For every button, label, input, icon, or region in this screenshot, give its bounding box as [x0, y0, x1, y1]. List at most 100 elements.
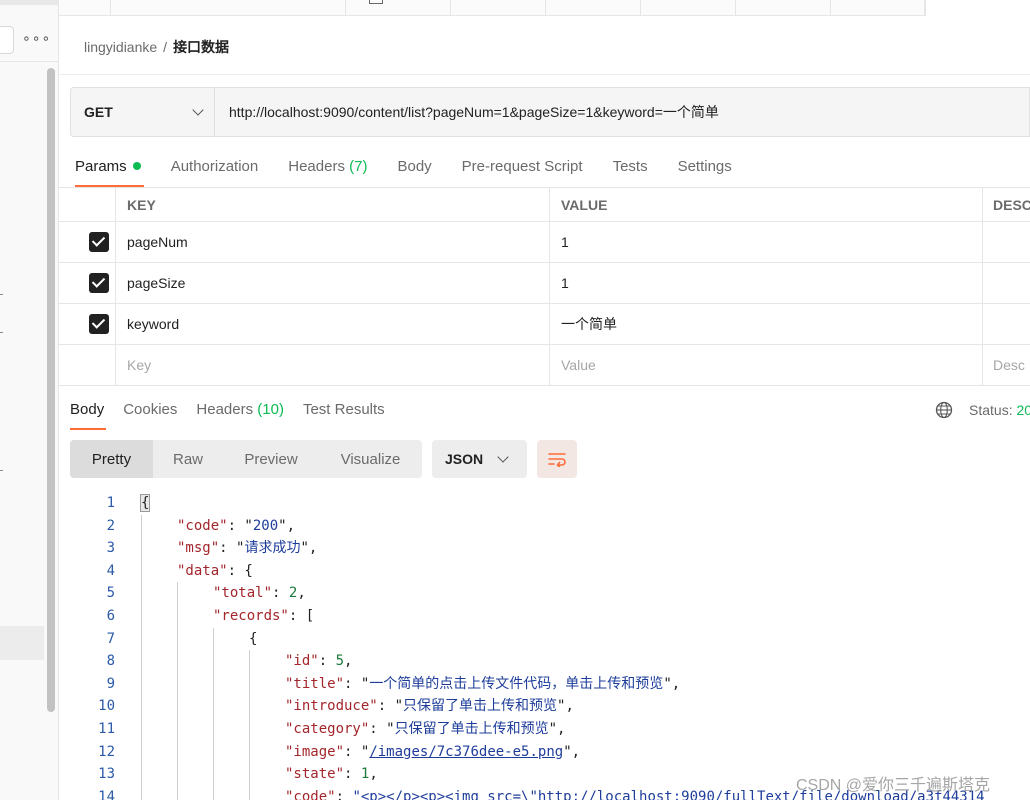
format-select[interactable]: JSON: [432, 440, 527, 478]
request-tab-fragment[interactable]: [111, 0, 346, 15]
indent-guide: [141, 582, 142, 605]
code-text: "category": "只保留了单击上传和预览",: [285, 720, 566, 737]
param-key-cell[interactable]: pageNum: [116, 222, 550, 262]
view-mode-visualize[interactable]: Visualize: [319, 440, 422, 478]
line-number: 9: [106, 675, 115, 692]
active-request-tab[interactable]: [925, 0, 1030, 16]
sidebar-divider: [0, 61, 59, 62]
breadcrumb-workspace[interactable]: lingyidianke: [84, 39, 157, 55]
request-tab-fragment[interactable]: [451, 0, 546, 15]
new-value-placeholder[interactable]: Value: [550, 345, 983, 385]
tab-label: Test Results: [302, 401, 385, 418]
param-value-cell[interactable]: 1: [550, 263, 983, 303]
tab-label: Params: [75, 158, 127, 175]
code-line: 2 "code": "200",: [59, 514, 1030, 538]
indent-guide: [141, 763, 142, 786]
url-input[interactable]: [215, 88, 1029, 136]
param-checkbox[interactable]: [88, 273, 109, 293]
row-checkbox-cell: [59, 304, 116, 344]
new-key-placeholder[interactable]: Key: [116, 345, 550, 385]
request-tab-fragment[interactable]: [346, 0, 451, 15]
code-text: "state": 1,: [285, 766, 378, 783]
param-key-cell[interactable]: pageSize: [116, 263, 550, 303]
more-options-icon[interactable]: ∘∘∘: [22, 30, 51, 47]
indent-guide: [213, 672, 214, 696]
tab-params[interactable]: Params: [75, 157, 144, 187]
param-checkbox[interactable]: [88, 314, 109, 334]
line-number: 11: [98, 720, 115, 737]
new-description-placeholder[interactable]: Desc: [983, 345, 1030, 385]
tab-headers[interactable]: Headers (7): [288, 157, 367, 187]
wrap-lines-button[interactable]: [537, 440, 577, 478]
sidebar-selected-item[interactable]: [0, 626, 44, 660]
sidebar-search-box[interactable]: [0, 26, 14, 54]
param-value-cell[interactable]: 1: [550, 222, 983, 262]
indent-guide: [177, 627, 178, 651]
table-row-new: Key Value Desc: [59, 345, 1030, 386]
code-line: 11 "category": "只保留了单击上传和预览",: [59, 717, 1030, 741]
view-mode-pretty[interactable]: Pretty: [70, 440, 153, 478]
method-select[interactable]: GET: [71, 88, 215, 136]
tab-label: Settings: [677, 158, 732, 175]
globe-icon[interactable]: [935, 401, 953, 419]
response-tab-headers[interactable]: Headers (10): [196, 400, 284, 430]
tab-label: Body: [70, 401, 105, 418]
request-tabs: Params Authorization Headers (7) Body Pr…: [75, 157, 762, 187]
breadcrumb-request-name[interactable]: 接口数据: [173, 39, 229, 55]
tab-count: (7): [349, 158, 368, 175]
tab-authorization[interactable]: Authorization: [171, 157, 259, 187]
request-tab-fragment[interactable]: [831, 0, 925, 15]
param-value-cell[interactable]: 一个简单: [550, 304, 983, 344]
response-body-viewer[interactable]: 1{2 "code": "200", 3 "msg": "请求成功", 4 "data":…: [59, 492, 1030, 800]
indent-guide: [141, 537, 142, 560]
column-header-value: VALUE: [550, 188, 983, 221]
code-line: 9 "title": "一个简单的点击上传文件代码，单击上传和预览",: [59, 672, 1030, 696]
tab-body[interactable]: Body: [397, 157, 431, 187]
request-tab-fragment[interactable]: [59, 0, 111, 15]
tab-label: Authorization: [170, 158, 259, 175]
param-description-cell[interactable]: [983, 222, 1030, 262]
code-line: 8 "id": 5,: [59, 650, 1030, 673]
response-tab-body[interactable]: Body: [70, 400, 107, 430]
request-tab-fragment[interactable]: [736, 0, 831, 15]
code-line: 6 "records": [: [59, 604, 1030, 628]
code-line: 3 "msg": "请求成功",: [59, 537, 1030, 560]
param-key-cell[interactable]: keyword: [116, 304, 550, 344]
param-checkbox[interactable]: [88, 232, 109, 252]
indent-guide: [177, 695, 178, 718]
indent-guide: [177, 672, 178, 696]
sidebar-scrollbar[interactable]: [47, 68, 55, 712]
format-label: JSON: [445, 451, 484, 467]
request-tab-fragment[interactable]: [641, 0, 736, 15]
code-line: 1{: [59, 492, 1030, 515]
line-number: 6: [106, 607, 115, 624]
code-line: 5 "total": 2,: [59, 582, 1030, 605]
chevron-down-icon: [192, 104, 204, 116]
view-mode-raw[interactable]: Raw: [153, 440, 223, 478]
tab-tests[interactable]: Tests: [613, 157, 648, 187]
response-tab-cookies[interactable]: Cookies: [123, 400, 177, 430]
indent-guide: [141, 740, 142, 764]
param-description-cell[interactable]: [983, 304, 1030, 344]
tab-pre-request-script[interactable]: Pre-request Script: [462, 157, 583, 187]
tab-label: Headers: [196, 401, 254, 418]
indent-guide: [141, 695, 142, 718]
code-text: "title": "一个简单的点击上传文件代码，单击上传和预览",: [285, 675, 681, 692]
tab-label: Body: [397, 158, 432, 175]
response-tab-test-results[interactable]: Test Results: [303, 400, 385, 430]
indent-guide: [177, 582, 178, 605]
request-tab-fragment[interactable]: [546, 0, 641, 15]
view-mode-preview[interactable]: Preview: [223, 440, 319, 478]
code-line: 12 "image": "/images/7c376dee-e5.png",: [59, 740, 1030, 764]
row-checkbox-cell: [59, 345, 116, 385]
sidebar-top-strip: [0, 0, 59, 5]
status-code[interactable]: 20: [1016, 402, 1030, 418]
indent-guide: [141, 650, 142, 673]
wrap-lines-icon: [548, 453, 566, 467]
indent-guide: [141, 514, 142, 538]
param-description-cell[interactable]: [983, 263, 1030, 303]
indent-guide: [213, 717, 214, 741]
tab-settings[interactable]: Settings: [678, 157, 732, 187]
code-line: 10 "introduce": "只保留了单击上传和预览",: [59, 695, 1030, 718]
indent-guide: [141, 785, 142, 800]
